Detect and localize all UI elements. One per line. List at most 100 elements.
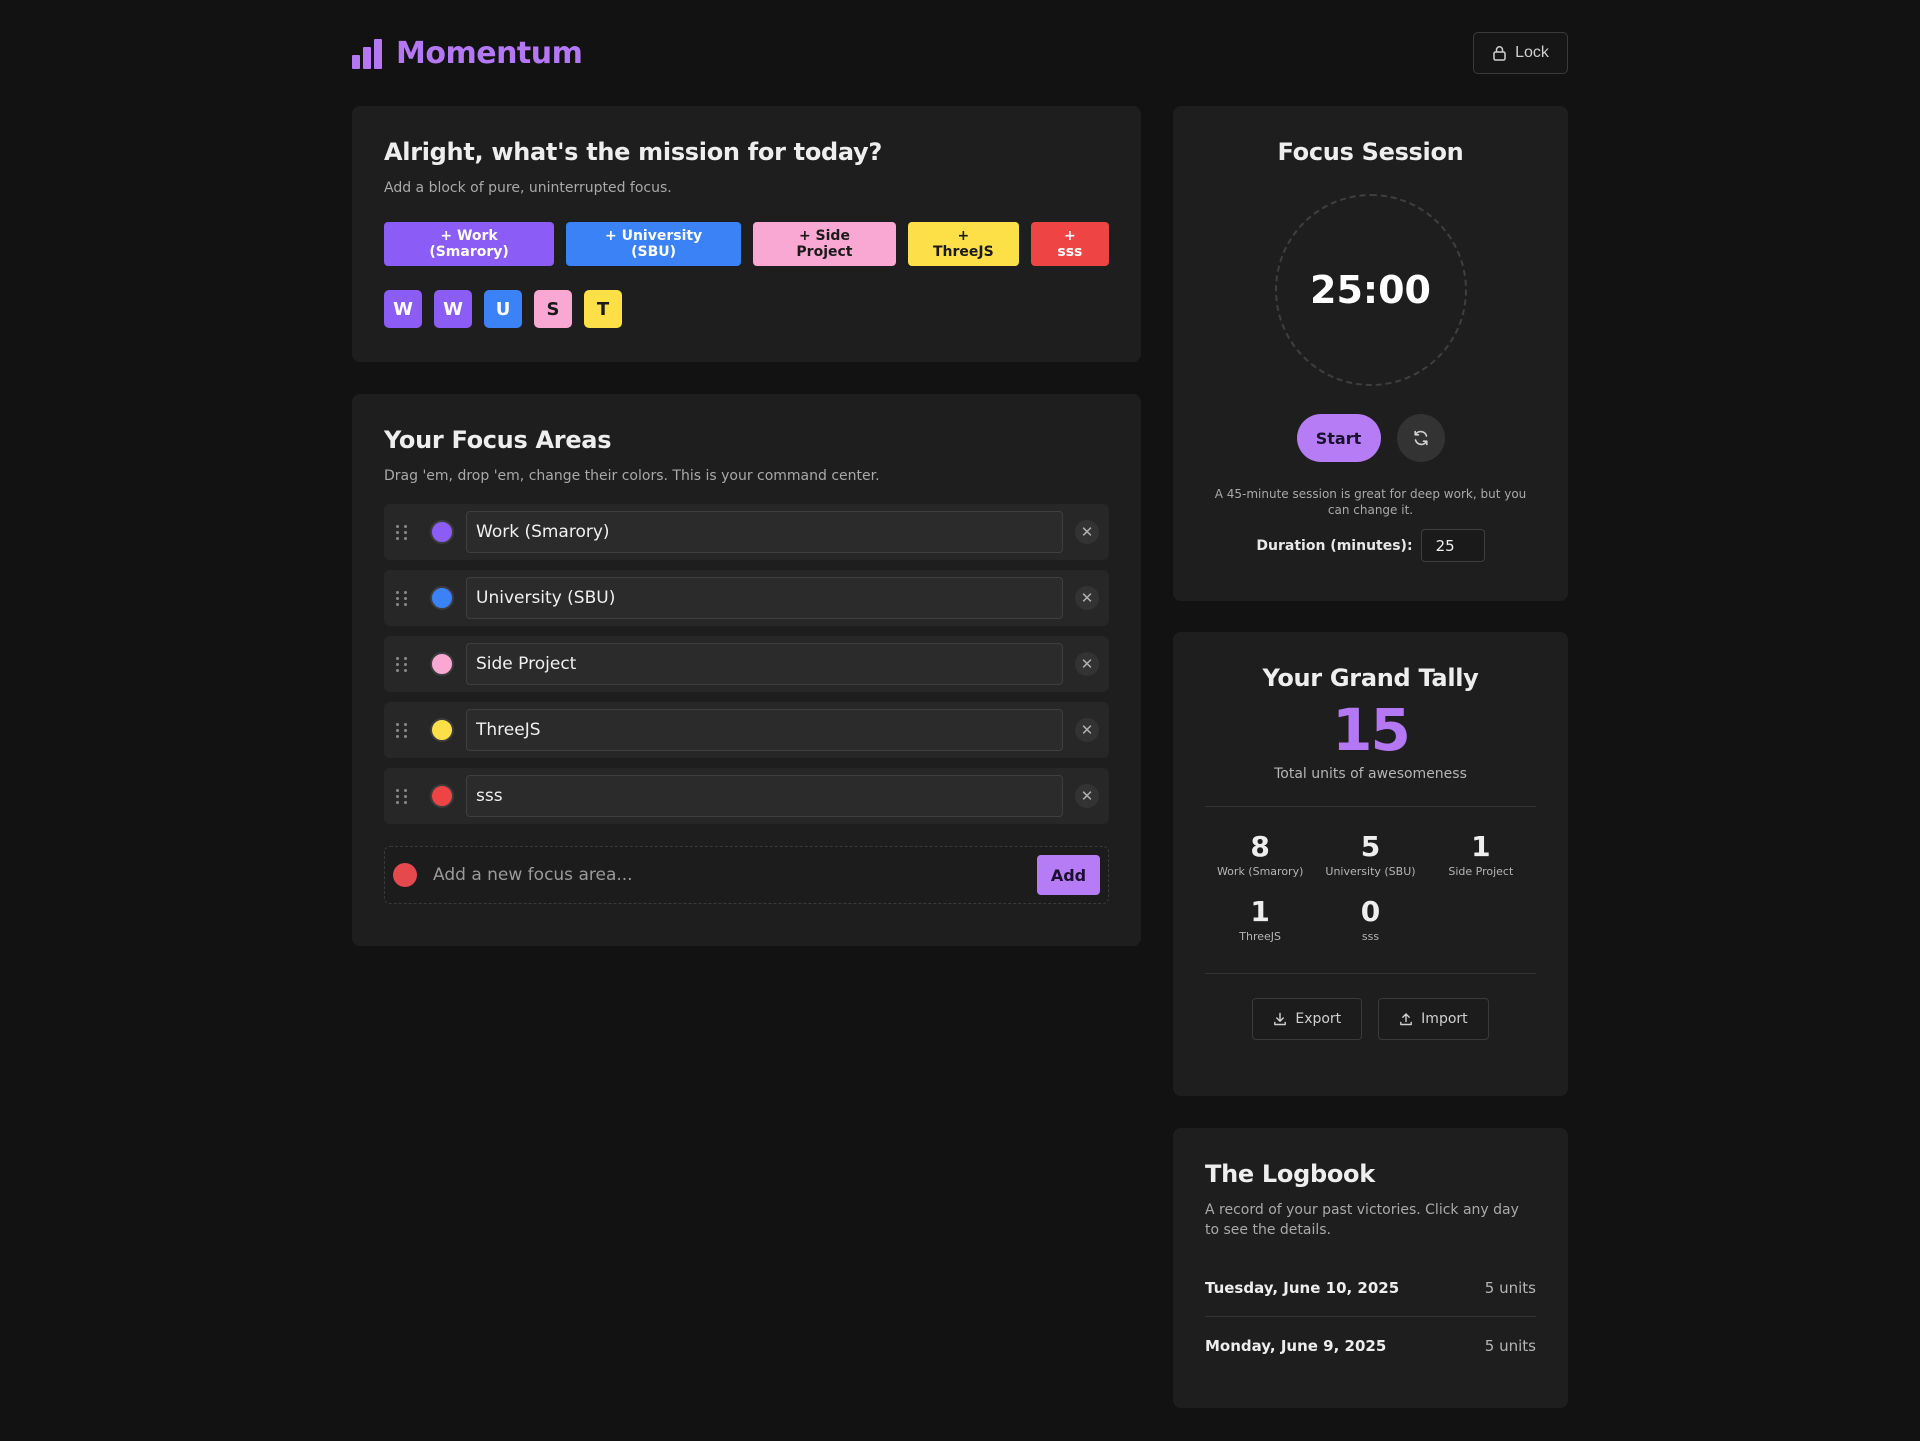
remove-focus-area-button[interactable]: ✕ xyxy=(1075,718,1099,742)
focus-area-row: ✕ xyxy=(384,504,1109,560)
logbook-list: Tuesday, June 10, 2025 5 units Monday, Jun… xyxy=(1205,1260,1536,1374)
import-label: Import xyxy=(1421,1011,1468,1027)
quick-add-button[interactable]: + Side Project xyxy=(753,222,896,266)
remove-focus-area-button[interactable]: ✕ xyxy=(1075,652,1099,676)
quick-add-button[interactable]: + sss xyxy=(1030,222,1109,266)
color-picker-dot[interactable] xyxy=(430,520,454,544)
session-chips: WWUST xyxy=(384,290,1109,328)
add-focus-area-button[interactable]: Add xyxy=(1037,855,1100,895)
tally-count: 5 xyxy=(1360,830,1381,863)
color-picker-dot[interactable] xyxy=(430,718,454,742)
logbook-entry[interactable]: Tuesday, June 10, 2025 5 units xyxy=(1205,1260,1536,1317)
app-header: Momentum Lock xyxy=(352,30,1568,76)
upload-icon xyxy=(1400,1013,1413,1026)
focus-area-name-input[interactable] xyxy=(466,577,1063,619)
focus-area-name-input[interactable] xyxy=(466,511,1063,553)
tally-count: 8 xyxy=(1250,830,1270,863)
session-chip[interactable]: S xyxy=(534,290,572,328)
drag-handle-icon[interactable] xyxy=(396,590,410,606)
quick-add-buttons: + Work (Smarory) + University (SBU) + Side… xyxy=(384,222,1109,266)
tally-area-name: University (SBU) xyxy=(1325,865,1416,878)
lock-button[interactable]: Lock xyxy=(1473,32,1568,74)
start-button[interactable]: Start xyxy=(1296,414,1381,462)
focus-area-row: ✕ xyxy=(384,702,1109,758)
focus-areas-title: Your Focus Areas xyxy=(384,426,612,454)
tally-count: 1 xyxy=(1471,830,1491,863)
export-button[interactable]: Export xyxy=(1252,998,1363,1040)
tally-count: 1 xyxy=(1250,895,1270,928)
color-picker-dot[interactable] xyxy=(430,586,454,610)
tally-breakdown: 8 Work (Smarory) 5 University (SBU) 1 Side Pr… xyxy=(1205,830,1536,944)
log-date: Tuesday, June 10, 2025 xyxy=(1205,1279,1400,1297)
focus-area-name-input[interactable] xyxy=(466,643,1063,685)
new-focus-area-input[interactable] xyxy=(433,865,1037,885)
session-chip[interactable]: W xyxy=(384,290,422,328)
tally-area-name: Work (Smarory) xyxy=(1216,865,1304,878)
focus-session-title: Focus Session xyxy=(1277,138,1464,166)
refresh-icon xyxy=(1413,430,1428,446)
focus-area-row: ✕ xyxy=(384,768,1109,824)
quick-add-button[interactable]: + ThreeJS xyxy=(907,222,1019,266)
drag-handle-icon[interactable] xyxy=(396,722,410,738)
app-logo: Momentum xyxy=(352,36,583,71)
tally-area-name: sss xyxy=(1361,930,1380,943)
log-units: 5 units xyxy=(1484,1336,1536,1355)
focus-session-card: Focus Session 25:00 Start A 45-minute se… xyxy=(1173,106,1568,601)
mission-card: Alright, what's the mission for today? A… xyxy=(352,106,1141,362)
timer-display: 25:00 xyxy=(1274,194,1467,386)
close-icon: ✕ xyxy=(1080,788,1094,805)
focus-area-list: ✕ ✕ ✕ ✕ ✕ xyxy=(384,504,1109,824)
tally-item: 1 Side Project xyxy=(1426,830,1536,879)
focus-area-name-input[interactable] xyxy=(466,775,1063,817)
tally-item: 5 University (SBU) xyxy=(1315,830,1425,879)
export-label: Export xyxy=(1295,1011,1342,1027)
tally-area-name: ThreeJS xyxy=(1239,930,1282,943)
remove-focus-area-button[interactable]: ✕ xyxy=(1075,784,1099,808)
session-chip[interactable]: T xyxy=(584,290,622,328)
import-button[interactable]: Import xyxy=(1378,998,1489,1040)
tally-item: 8 Work (Smarory) xyxy=(1205,830,1315,879)
lock-icon xyxy=(1493,46,1506,61)
color-picker-dot[interactable] xyxy=(430,652,454,676)
close-icon: ✕ xyxy=(1080,722,1094,739)
duration-input[interactable] xyxy=(1420,529,1485,562)
download-icon xyxy=(1274,1012,1287,1026)
mission-title: Alright, what's the mission for today? xyxy=(384,138,883,166)
lock-label: Lock xyxy=(1515,44,1549,61)
log-date: Monday, June 9, 2025 xyxy=(1205,1336,1387,1355)
drag-handle-icon[interactable] xyxy=(396,788,410,804)
close-icon: ✕ xyxy=(1080,590,1094,607)
session-chip[interactable]: W xyxy=(434,290,472,328)
color-picker-dot[interactable] xyxy=(430,784,454,808)
quick-add-button[interactable]: + Work (Smarory) xyxy=(384,222,555,266)
tally-count: 0 xyxy=(1360,895,1381,928)
remove-focus-area-button[interactable]: ✕ xyxy=(1075,520,1099,544)
tally-total: 15 xyxy=(1332,696,1411,764)
focus-area-name-input[interactable] xyxy=(466,709,1063,751)
remove-focus-area-button[interactable]: ✕ xyxy=(1075,586,1099,610)
divider xyxy=(1205,806,1536,807)
bar-chart-icon xyxy=(352,38,382,69)
tally-caption: Total units of awesomeness xyxy=(1274,766,1467,782)
logbook-title: The Logbook xyxy=(1205,1160,1375,1188)
tally-item: 0 sss xyxy=(1315,895,1425,944)
tally-title: Your Grand Tally xyxy=(1262,664,1479,692)
logbook-subtitle: A record of your past victories. Click a… xyxy=(1205,1202,1519,1238)
logbook-card: The Logbook A record of your past victor… xyxy=(1173,1128,1568,1408)
duration-label: Duration (minutes): xyxy=(1256,537,1413,554)
focus-areas-card: Your Focus Areas Drag 'em, drop 'em, cha… xyxy=(352,394,1141,946)
log-units: 5 units xyxy=(1484,1279,1536,1297)
grand-tally-card: Your Grand Tally 15 Total units of aweso… xyxy=(1173,632,1568,1096)
tally-area-name: Side Project xyxy=(1448,865,1514,878)
drag-handle-icon[interactable] xyxy=(396,524,410,540)
logbook-entry[interactable]: Monday, June 9, 2025 5 units xyxy=(1205,1317,1536,1374)
reset-button[interactable] xyxy=(1396,414,1445,462)
mission-subtitle: Add a block of pure, uninterrupted focus… xyxy=(384,180,672,196)
quick-add-button[interactable]: + University (SBU) xyxy=(566,222,742,266)
tally-item: 1 ThreeJS xyxy=(1205,895,1315,944)
drag-handle-icon[interactable] xyxy=(396,656,410,672)
close-icon: ✕ xyxy=(1080,656,1094,673)
session-chip[interactable]: U xyxy=(484,290,522,328)
new-area-color-picker[interactable] xyxy=(393,863,417,887)
app-title: Momentum xyxy=(396,36,583,71)
